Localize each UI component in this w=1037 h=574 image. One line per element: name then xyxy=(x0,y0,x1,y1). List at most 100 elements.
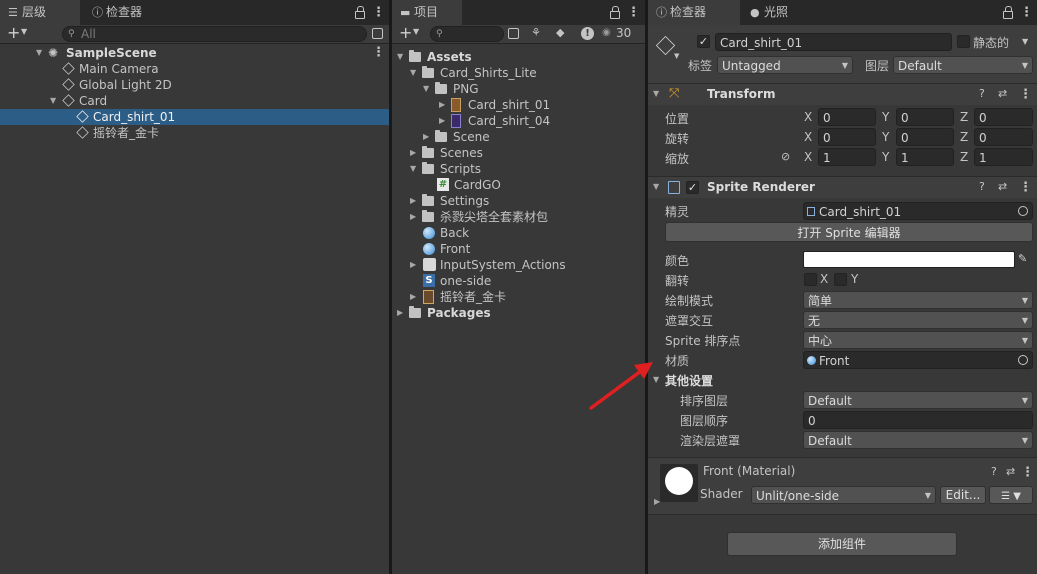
sprite-renderer-header[interactable]: ▼ ✓ Sprite Renderer ? ⇄ ⋮ xyxy=(648,176,1037,198)
object-picker-icon[interactable] xyxy=(1018,206,1028,216)
kebab-menu-icon[interactable]: ⋮ xyxy=(372,6,385,19)
hidden-packages-icon[interactable]: ◉ xyxy=(602,27,611,38)
position-z-label[interactable]: Z xyxy=(960,110,968,124)
tab-inspector[interactable]: ⓘ 检查器 xyxy=(648,0,740,25)
active-checkbox[interactable]: ✓ xyxy=(697,35,710,48)
scene-row[interactable]: ▼ ✺ SampleScene ⋮ xyxy=(0,45,389,61)
collapse-arrow-icon[interactable]: ▶ xyxy=(410,289,416,305)
chevron-down-icon[interactable]: ▼ xyxy=(413,27,419,36)
hierarchy-search-input[interactable]: ⚲ All xyxy=(62,26,367,42)
project-item-assets[interactable]: ▼ Assets xyxy=(392,49,645,65)
project-item-back[interactable]: Back xyxy=(392,225,645,241)
project-item-packages[interactable]: ▶ Packages xyxy=(392,305,645,321)
expand-arrow-icon[interactable]: ▼ xyxy=(50,93,56,109)
tab-lighting[interactable]: ● 光照 xyxy=(742,0,812,25)
chevron-down-icon[interactable]: ▼ xyxy=(674,52,679,60)
tab-inspector-left[interactable]: ⓘ 检查器 xyxy=(84,0,164,25)
shader-edit-button[interactable]: Edit... xyxy=(940,486,986,504)
position-z-field[interactable]: 0 xyxy=(974,108,1033,126)
hierarchy-item-main-camera[interactable]: Main Camera xyxy=(0,61,389,77)
color-swatch[interactable] xyxy=(803,251,1015,268)
static-dropdown-arrow[interactable]: ▼ xyxy=(1022,37,1028,46)
expand-arrow-icon[interactable]: ▼ xyxy=(653,182,659,191)
draw-mode-dropdown[interactable]: 简单 ▼ xyxy=(803,291,1033,309)
project-item-bell-ringer[interactable]: ▶ 摇铃者_金卡 xyxy=(392,289,645,305)
filter-type-icon[interactable]: ⚘ xyxy=(531,26,541,39)
component-kebab-icon[interactable]: ⋮ xyxy=(1019,88,1032,101)
open-sprite-editor-button[interactable]: 打开 Sprite 编辑器 xyxy=(665,222,1033,242)
shader-options-button[interactable]: ☰ ▼ xyxy=(989,486,1033,504)
rendering-layer-mask-dropdown[interactable]: Default ▼ xyxy=(803,431,1033,449)
project-item-inputsystem[interactable]: ▶ InputSystem_Actions xyxy=(392,257,645,273)
help-icon[interactable]: ? xyxy=(991,465,997,478)
collapse-arrow-icon[interactable]: ▶ xyxy=(410,209,416,225)
collapse-arrow-icon[interactable]: ▶ xyxy=(654,497,660,506)
search-by-type-icon[interactable] xyxy=(508,28,519,39)
warning-filter-icon[interactable]: ! xyxy=(581,27,594,40)
presets-icon[interactable]: ⇄ xyxy=(998,87,1007,100)
component-kebab-icon[interactable]: ⋮ xyxy=(1019,181,1032,194)
project-item-one-side[interactable]: S one-side xyxy=(392,273,645,289)
rotation-x-field[interactable]: 0 xyxy=(818,128,876,146)
collapse-arrow-icon[interactable]: ▶ xyxy=(423,129,429,145)
position-y-label[interactable]: Y xyxy=(882,110,889,124)
project-item-card-shirts-lite[interactable]: ▼ Card_Shirts_Lite xyxy=(392,65,645,81)
scale-y-label[interactable]: Y xyxy=(882,150,889,164)
project-item-sts-assets[interactable]: ▶ 杀戮尖塔全套素材包 xyxy=(392,209,645,225)
collapse-arrow-icon[interactable]: ▶ xyxy=(410,193,416,209)
presets-icon[interactable]: ⇄ xyxy=(1006,465,1015,478)
hierarchy-item-card-shirt-01[interactable]: Card_shirt_01 xyxy=(0,109,389,125)
position-y-field[interactable]: 0 xyxy=(896,108,954,126)
tag-dropdown[interactable]: Untagged ▼ xyxy=(717,56,853,74)
eyedropper-icon[interactable]: ✎ xyxy=(1018,252,1027,265)
project-item-card-shirt-01[interactable]: ▶ Card_shirt_01 xyxy=(392,97,645,113)
help-icon[interactable]: ? xyxy=(979,180,985,193)
scene-visibility-icon[interactable] xyxy=(372,28,383,39)
project-search-input[interactable]: ⚲ xyxy=(430,26,504,42)
scale-y-field[interactable]: 1 xyxy=(896,148,954,166)
add-component-button[interactable]: 添加组件 xyxy=(727,532,957,556)
expand-arrow-icon[interactable]: ▼ xyxy=(653,89,659,98)
material-kebab-icon[interactable]: ⋮ xyxy=(1021,466,1034,479)
sorting-layer-dropdown[interactable]: Default ▼ xyxy=(803,391,1033,409)
project-item-scene-folder[interactable]: ▶ Scene xyxy=(392,129,645,145)
position-x-label[interactable]: X xyxy=(804,110,812,124)
flip-x-checkbox[interactable] xyxy=(804,273,817,286)
lock-icon[interactable] xyxy=(1003,6,1013,19)
expand-arrow-icon[interactable]: ▼ xyxy=(397,49,403,65)
position-x-field[interactable]: 0 xyxy=(818,108,876,126)
sprite-renderer-enabled-checkbox[interactable]: ✓ xyxy=(686,181,699,194)
project-item-settings[interactable]: ▶ Settings xyxy=(392,193,645,209)
expand-arrow-icon[interactable]: ▼ xyxy=(410,65,416,81)
material-object-field[interactable]: Front xyxy=(803,351,1033,369)
project-item-scenes[interactable]: ▶ Scenes xyxy=(392,145,645,161)
label-tag-icon[interactable]: ◆ xyxy=(556,26,564,39)
chevron-down-icon[interactable]: ▼ xyxy=(21,27,27,36)
scale-z-field[interactable]: 1 xyxy=(974,148,1033,166)
collapse-arrow-icon[interactable]: ▶ xyxy=(410,145,416,161)
expand-arrow-icon[interactable]: ▼ xyxy=(36,45,42,61)
tab-hierarchy[interactable]: ☰ 层级 xyxy=(0,0,80,25)
rotation-z-field[interactable]: 0 xyxy=(974,128,1033,146)
scale-x-field[interactable]: 1 xyxy=(818,148,876,166)
static-checkbox[interactable] xyxy=(957,35,970,48)
shader-dropdown[interactable]: Unlit/one-side ▼ xyxy=(751,486,936,504)
collapse-arrow-icon[interactable]: ▶ xyxy=(439,97,445,113)
add-icon[interactable]: + xyxy=(7,23,20,42)
object-name-input[interactable]: Card_shirt_01 xyxy=(715,33,952,51)
lock-icon[interactable] xyxy=(355,6,365,19)
constrain-proportions-icon[interactable]: ⊘ xyxy=(781,150,790,163)
kebab-menu-icon[interactable]: ⋮ xyxy=(1020,6,1033,19)
help-icon[interactable]: ? xyxy=(979,87,985,100)
hierarchy-item-bell-ringer[interactable]: 摇铃者_金卡 xyxy=(0,125,389,141)
expand-arrow-icon[interactable]: ▼ xyxy=(423,81,429,97)
rotation-z-label[interactable]: Z xyxy=(960,130,968,144)
add-icon[interactable]: + xyxy=(399,23,412,42)
lock-icon[interactable] xyxy=(610,6,620,19)
transform-header[interactable]: ▼ ⤧ Transform ? ⇄ ⋮ xyxy=(648,83,1037,105)
sort-point-dropdown[interactable]: 中心 ▼ xyxy=(803,331,1033,349)
flip-y-checkbox[interactable] xyxy=(834,273,847,286)
collapse-arrow-icon[interactable]: ▶ xyxy=(397,305,403,321)
collapse-arrow-icon[interactable]: ▶ xyxy=(439,113,445,129)
project-item-cardgo[interactable]: # CardGO xyxy=(392,177,645,193)
